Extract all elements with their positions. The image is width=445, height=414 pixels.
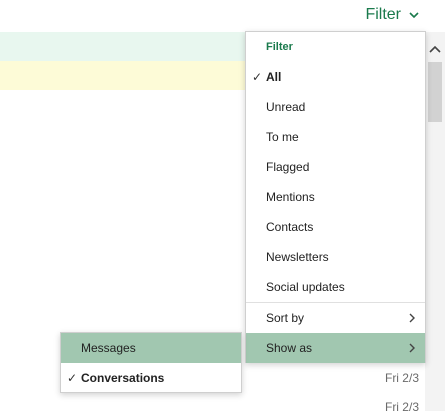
- filter-option-mentions[interactable]: Mentions: [246, 182, 425, 212]
- check-icon: ✓: [67, 371, 78, 385]
- filter-option-newsletters[interactable]: Newsletters: [246, 242, 425, 272]
- chevron-down-icon: [409, 11, 419, 19]
- scroll-up-icon[interactable]: [428, 42, 442, 56]
- option-label: Conversations: [81, 371, 165, 385]
- option-label: Flagged: [266, 160, 310, 174]
- chevron-right-icon: [409, 303, 415, 333]
- option-label: Unread: [266, 100, 306, 114]
- option-label: All: [266, 70, 282, 84]
- dropdown-header: Filter: [266, 41, 293, 53]
- scrollbar-thumb[interactable]: [428, 62, 442, 122]
- show-as-item[interactable]: Show as: [246, 333, 425, 363]
- option-label: Social updates: [266, 280, 345, 294]
- option-label: Mentions: [266, 190, 315, 204]
- option-label: Sort by: [266, 311, 305, 325]
- message-row-flagged[interactable]: [0, 61, 246, 90]
- filter-option-unread[interactable]: Unread: [246, 92, 425, 122]
- filter-label: Filter: [365, 6, 401, 23]
- filter-button[interactable]: Filter: [365, 6, 419, 24]
- filter-dropdown: Filter ✓ All Unread To me Flagged Mentio…: [245, 31, 426, 363]
- filter-option-all[interactable]: ✓ All: [246, 62, 425, 92]
- message-date: Fri 2/3: [384, 371, 419, 385]
- option-label: To me: [266, 130, 299, 144]
- option-label: Messages: [81, 341, 136, 355]
- chevron-right-icon: [409, 333, 415, 363]
- filter-option-social-updates[interactable]: Social updates: [246, 272, 425, 302]
- option-label: Contacts: [266, 220, 314, 234]
- option-label: Newsletters: [266, 250, 329, 264]
- filter-option-to-me[interactable]: To me: [246, 122, 425, 152]
- option-label: Show as: [266, 341, 313, 355]
- show-as-conversations[interactable]: ✓ Conversations: [61, 363, 241, 393]
- filter-option-contacts[interactable]: Contacts: [246, 212, 425, 242]
- check-icon: ✓: [252, 70, 263, 84]
- show-as-messages[interactable]: Messages: [61, 333, 241, 363]
- filter-option-flagged[interactable]: Flagged: [246, 152, 425, 182]
- message-date: Fri 2/3: [384, 400, 419, 414]
- message-row-highlight[interactable]: [0, 32, 246, 61]
- sort-by-item[interactable]: Sort by: [246, 303, 425, 333]
- show-as-submenu: Messages ✓ Conversations: [60, 332, 242, 393]
